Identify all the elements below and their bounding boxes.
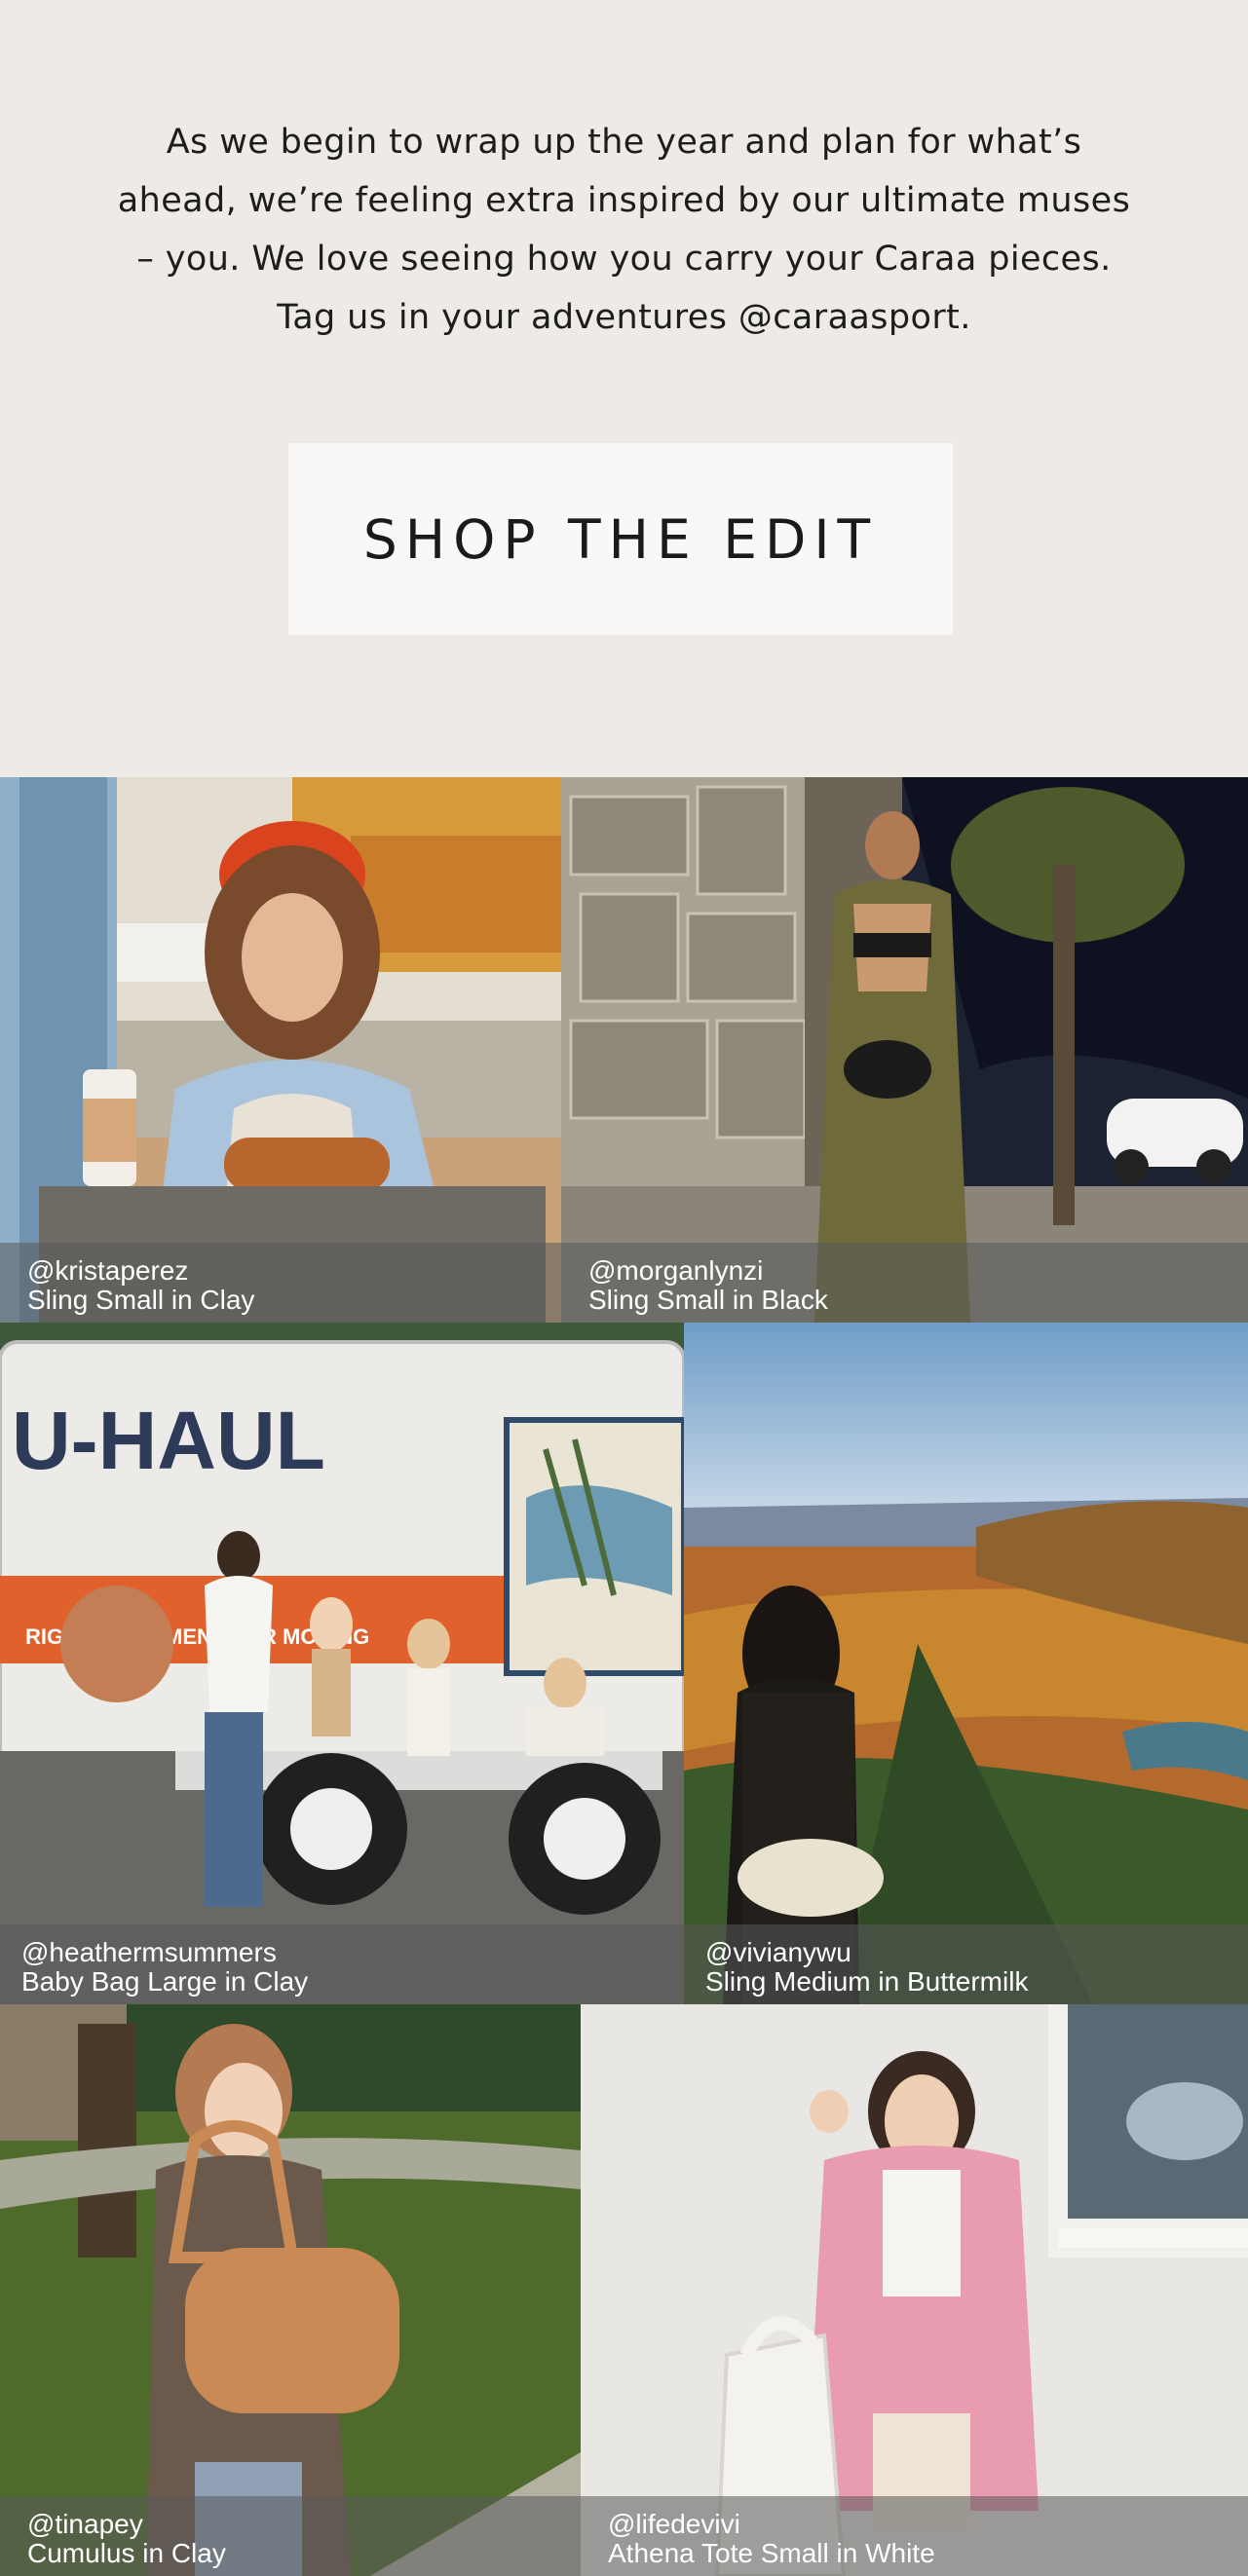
customer-photo: U-HAUL RIGHT EQUIPMENT FOR MOVING: [0, 1323, 684, 2004]
product-name: Baby Bag Large in Clay: [21, 1966, 309, 1997]
product-name: Sling Small in Clay: [27, 1285, 255, 1315]
gallery-tile-kristaperez[interactable]: @kristaperez Sling Small in Clay: [0, 777, 561, 1323]
photo-caption: @vivianywu Sling Medium in Buttermilk: [684, 1924, 1248, 2004]
product-name: Sling Medium in Buttermilk: [705, 1966, 1029, 1997]
gallery-tile-tinapey[interactable]: @tinapey Cumulus in Clay: [0, 2004, 581, 2576]
product-name: Athena Tote Small in White: [608, 2538, 935, 2568]
customer-photo: [0, 777, 561, 1323]
photo-caption: @lifedevivi Athena Tote Small in White: [581, 2496, 1248, 2576]
truck-brand-text: U-HAUL: [12, 1395, 325, 1486]
product-name: Sling Small in Black: [588, 1285, 828, 1315]
photo-caption: @heathermsummers Baby Bag Large in Clay: [0, 1924, 684, 2004]
gallery-tile-lifedevivi[interactable]: @lifedevivi Athena Tote Small in White: [581, 2004, 1248, 2576]
instagram-handle: @tinapey: [27, 2509, 143, 2539]
gallery-tile-vivianywu[interactable]: @vivianywu Sling Medium in Buttermilk: [684, 1323, 1248, 2004]
photo-caption: @morganlynzi Sling Small in Black: [561, 1243, 1248, 1323]
customer-photo: [684, 1323, 1248, 2004]
gallery-tile-heathermsummers[interactable]: U-HAUL RIGHT EQUIPMENT FOR MOVING @heath…: [0, 1323, 684, 2004]
instagram-handle: @morganlynzi: [588, 1255, 764, 1286]
product-name: Cumulus in Clay: [27, 2538, 226, 2568]
instagram-handle: @vivianywu: [705, 1937, 851, 1967]
intro-section: As we begin to wrap up the year and plan…: [0, 0, 1248, 777]
gallery-tile-morganlynzi[interactable]: @morganlynzi Sling Small in Black: [561, 777, 1248, 1323]
instagram-handle: @heathermsummers: [21, 1937, 277, 1967]
photo-caption: @kristaperez Sling Small in Clay: [0, 1243, 561, 1323]
customer-photo: [0, 2004, 581, 2576]
customer-photo: [561, 777, 1248, 1323]
shop-the-edit-button[interactable]: SHOP THE EDIT: [288, 443, 953, 635]
photo-caption: @tinapey Cumulus in Clay: [0, 2496, 581, 2576]
instagram-handle: @kristaperez: [27, 1255, 189, 1286]
customer-photo: [581, 2004, 1248, 2576]
instagram-handle: @lifedevivi: [608, 2509, 740, 2539]
intro-text: As we begin to wrap up the year and plan…: [117, 123, 1131, 337]
